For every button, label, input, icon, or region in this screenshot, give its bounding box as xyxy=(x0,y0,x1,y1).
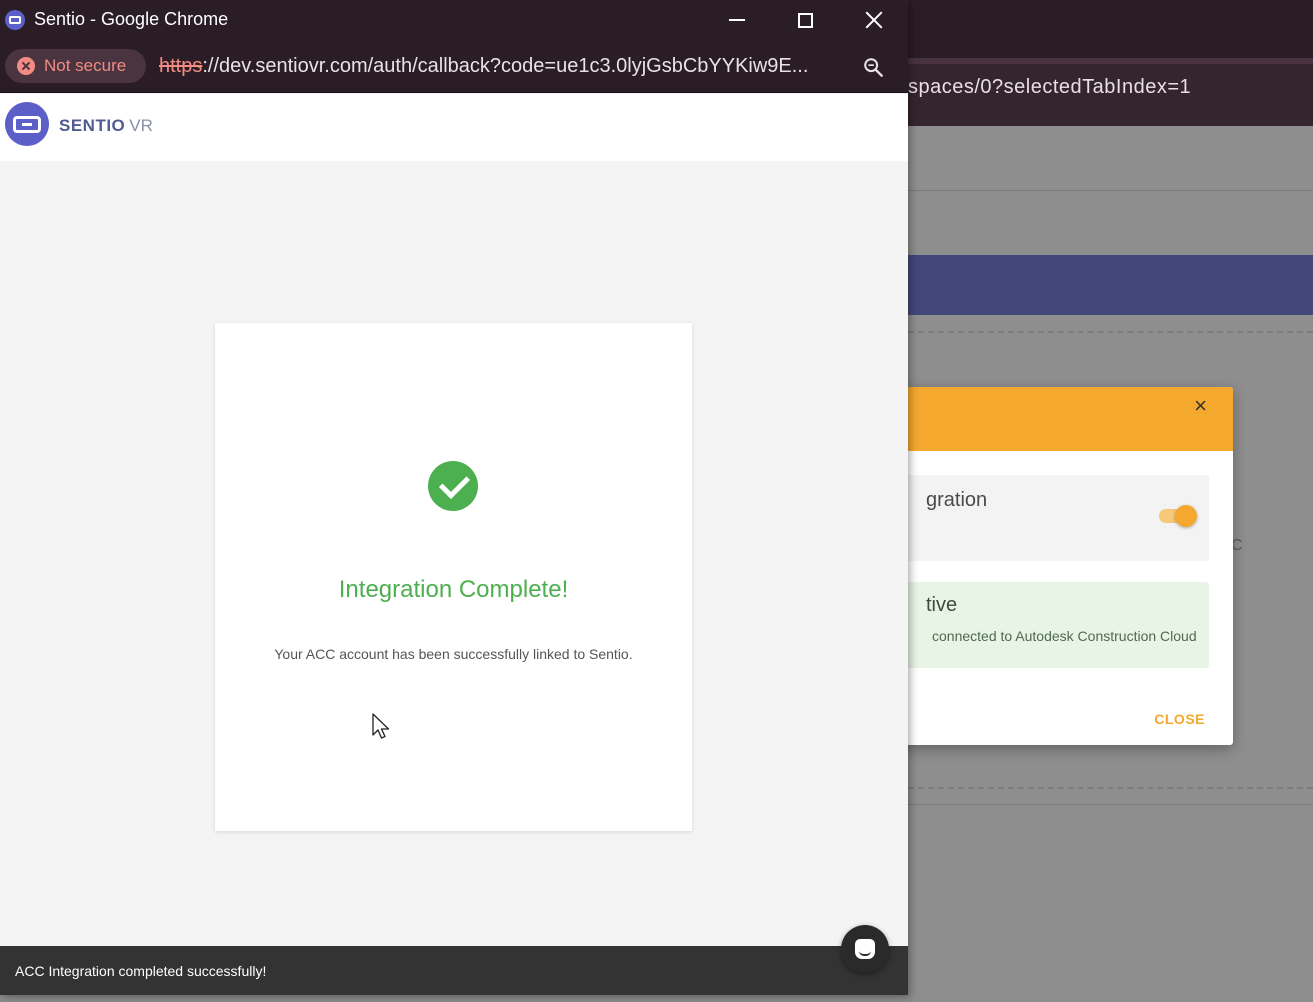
app-header: SENTIO VR xyxy=(0,94,908,161)
background-divider xyxy=(908,804,1313,805)
close-window-button[interactable] xyxy=(840,0,908,40)
sentio-logo-icon[interactable] xyxy=(5,102,49,146)
not-secure-icon xyxy=(17,57,35,75)
background-dashed-divider xyxy=(908,787,1313,789)
integration-dialog: × gration tive connected to Autodesk Con… xyxy=(880,387,1233,745)
mouse-cursor-icon xyxy=(372,713,390,739)
sentio-app-icon xyxy=(5,10,25,30)
popup-titlebar: Sentio - Google Chrome xyxy=(0,0,908,40)
status-subtitle: connected to Autodesk Construction Cloud xyxy=(932,628,1197,644)
minimize-icon xyxy=(729,19,745,21)
background-dashed-divider xyxy=(908,331,1313,333)
background-banner xyxy=(908,255,1313,315)
popup-window: Sentio - Google Chrome Not secure https:… xyxy=(0,0,908,995)
dialog-close-icon[interactable]: × xyxy=(1194,395,1207,417)
brand-primary: SENTIO xyxy=(59,116,126,135)
close-icon xyxy=(865,11,883,29)
chat-icon xyxy=(855,939,875,959)
status-title: tive xyxy=(926,594,958,616)
url-path: ://dev.sentiovr.com/auth/callback?code=u… xyxy=(202,55,809,77)
maximize-icon xyxy=(797,12,813,28)
dialog-close-button[interactable]: CLOSE xyxy=(1154,711,1205,727)
integration-toggle-card: gration xyxy=(898,475,1209,561)
background-divider xyxy=(908,190,1313,191)
integration-status-card: tive connected to Autodesk Construction … xyxy=(898,582,1209,668)
integration-toggle[interactable] xyxy=(1159,505,1197,527)
minimize-button[interactable] xyxy=(703,0,771,40)
zoom-icon[interactable] xyxy=(862,56,884,78)
chat-launcher-button[interactable] xyxy=(841,925,889,973)
window-title: Sentio - Google Chrome xyxy=(34,9,229,29)
integration-complete-card: Integration Complete! Your ACC account h… xyxy=(215,323,692,831)
url-scheme: https xyxy=(159,55,203,77)
background-url-text: spaces/0?selectedTabIndex=1 xyxy=(908,76,1192,98)
security-label: Not secure xyxy=(44,56,127,75)
snackbar: ACC Integration completed successfully! xyxy=(0,946,908,995)
success-check-icon xyxy=(428,461,478,511)
toggle-knob xyxy=(1175,505,1197,527)
integration-card-title: gration xyxy=(926,489,988,511)
card-message: Your ACC account has been successfully l… xyxy=(274,646,633,662)
address-bar: Not secure https://dev.sentiovr.com/auth… xyxy=(0,40,908,93)
dialog-header xyxy=(880,387,1233,451)
url-field[interactable]: https://dev.sentiovr.com/auth/callback?c… xyxy=(159,55,831,78)
card-title: Integration Complete! xyxy=(338,576,569,603)
security-indicator[interactable]: Not secure xyxy=(5,49,146,83)
maximize-button[interactable] xyxy=(771,0,839,40)
brand-secondary: VR xyxy=(129,116,153,135)
snackbar-message: ACC Integration completed successfully! xyxy=(15,963,267,979)
brand-name[interactable]: SENTIO VR xyxy=(59,116,153,136)
